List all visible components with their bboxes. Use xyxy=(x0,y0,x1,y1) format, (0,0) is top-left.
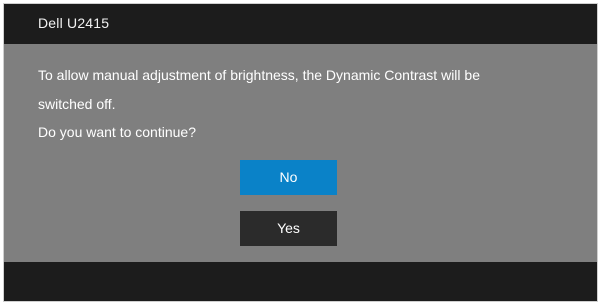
message-line-2: switched off. xyxy=(38,96,116,112)
yes-button[interactable]: Yes xyxy=(240,211,337,246)
message-line-3: Do you want to continue? xyxy=(38,124,196,140)
dialog-title: Dell U2415 xyxy=(38,15,110,31)
title-bar: Dell U2415 xyxy=(4,4,597,44)
osd-dialog: Dell U2415 To allow manual adjustment of… xyxy=(3,3,598,302)
no-button[interactable]: No xyxy=(240,160,337,195)
message-line-1: To allow manual adjustment of brightness… xyxy=(38,67,480,83)
bottom-bar xyxy=(4,262,597,301)
